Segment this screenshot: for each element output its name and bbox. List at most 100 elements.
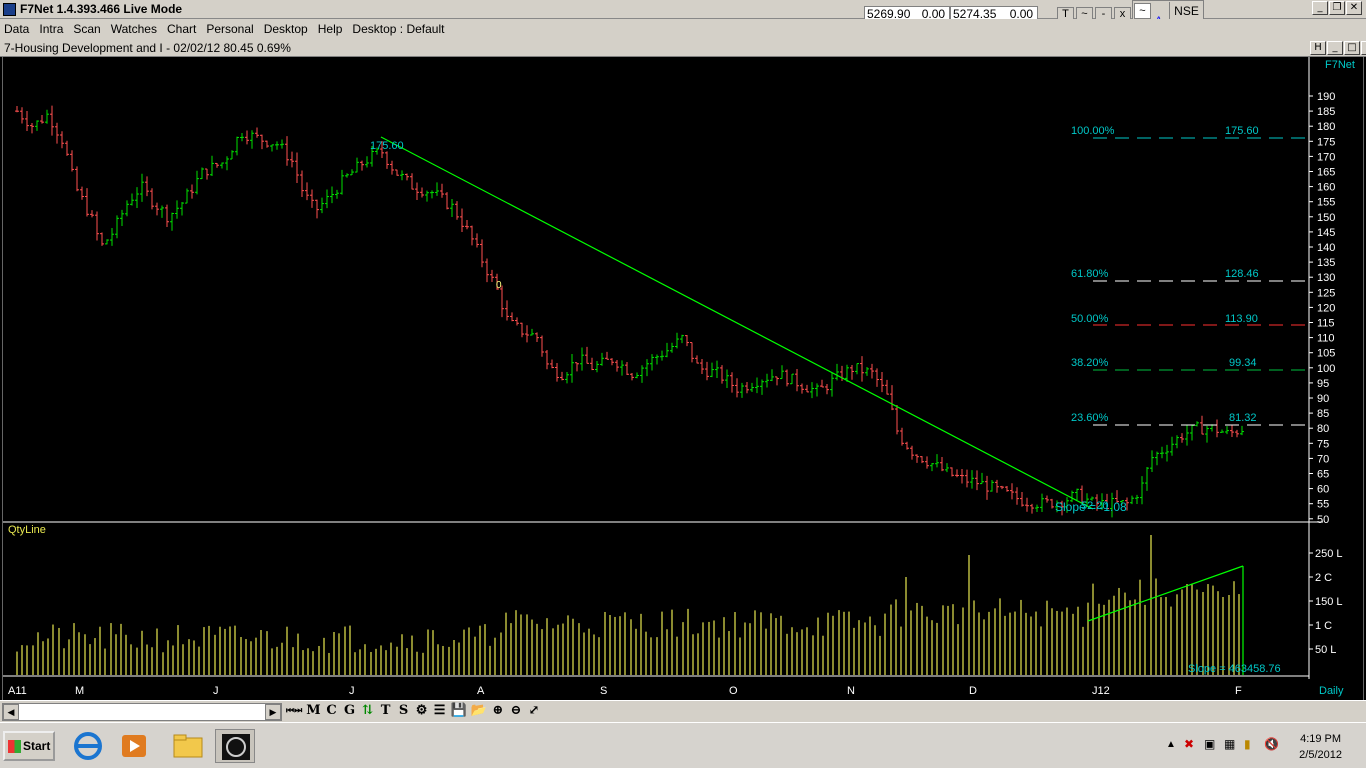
- price-tick-label: 50: [1317, 514, 1329, 526]
- volume-tick-label: 250 L: [1315, 548, 1343, 560]
- time-tick-label: A: [477, 685, 485, 697]
- price-tick-label: 70: [1317, 453, 1329, 465]
- tray-network-icon[interactable]: ▦: [1224, 737, 1235, 751]
- chart-area[interactable]: 190 185 180 175 170 165 160 155 150 145 140 135 130 1…: [2, 57, 1364, 700]
- tray-expand-icon[interactable]: ▲: [1166, 739, 1176, 750]
- restore-icon[interactable]: ❐: [1329, 1, 1345, 15]
- app-icon: [3, 3, 16, 16]
- time-tick-label: J: [349, 685, 355, 697]
- price-tick-label: 90: [1317, 393, 1329, 405]
- help-icon[interactable]: H: [1310, 41, 1326, 55]
- price-tick-label: 155: [1317, 197, 1335, 209]
- tool-g-button[interactable]: G: [343, 703, 357, 718]
- maximize-icon[interactable]: □: [1344, 41, 1360, 55]
- tray-signal-icon[interactable]: ▮: [1244, 737, 1251, 751]
- zoom-in-icon[interactable]: ⊕: [491, 703, 505, 718]
- volume-tick-label: 150 L: [1315, 596, 1343, 608]
- indicator-icon[interactable]: ⇅: [361, 703, 375, 718]
- marker-label: 0: [496, 280, 502, 291]
- time-tick-label: N: [847, 685, 855, 697]
- price-tick-label: 80: [1317, 423, 1329, 435]
- ie-icon[interactable]: [68, 729, 108, 763]
- period-label: Daily: [1319, 685, 1344, 697]
- price-tick-label: 190: [1317, 91, 1335, 103]
- menu-watches[interactable]: Watches: [107, 22, 163, 36]
- f7net-taskbar-icon[interactable]: [215, 729, 255, 763]
- system-tray: ▲ ✖ ▣ ▦ ▮ 🔇 4:19 PM 2/5/2012: [1166, 725, 1366, 767]
- minimize-icon[interactable]: _: [1327, 41, 1343, 55]
- time-tick-label: M: [75, 685, 84, 697]
- system-clock[interactable]: 4:19 PM 2/5/2012: [1299, 731, 1342, 763]
- price-tick-label: 175: [1317, 136, 1335, 148]
- clock-time: 4:19 PM: [1300, 733, 1342, 745]
- navigate-icon[interactable]: ⏮⏭: [286, 706, 302, 716]
- tool-m-button[interactable]: M: [306, 703, 320, 718]
- menu-scan[interactable]: Scan: [69, 22, 106, 36]
- price-tick-label: 85: [1317, 408, 1329, 420]
- menu-desktop-default[interactable]: Desktop : Default: [348, 22, 450, 36]
- save-icon[interactable]: 💾: [451, 703, 467, 718]
- app-title: F7Net 1.4.393.466 Live Mode: [20, 2, 183, 16]
- menu-personal[interactable]: Personal: [202, 22, 259, 36]
- close-icon[interactable]: ✕: [1346, 1, 1362, 15]
- price-tick-label: 125: [1317, 287, 1335, 299]
- price-tick-label: 165: [1317, 167, 1335, 179]
- price-tick-label: 115: [1317, 318, 1335, 330]
- windows-logo-icon: [8, 740, 21, 753]
- price-tick-label: 60: [1317, 484, 1329, 496]
- menu-bar: Data Intra Scan Watches Chart Personal D…: [0, 19, 1366, 39]
- zoom-out-icon[interactable]: ⊖: [509, 703, 523, 718]
- price-chart[interactable]: 190 185 180 175 170 165 160 155 150 145 140 135 130 1…: [3, 57, 1363, 700]
- time-tick-label: O: [729, 685, 738, 697]
- price-bars: [15, 105, 1244, 518]
- price-tick-label: 120: [1317, 302, 1335, 314]
- price-tick-label: 170: [1317, 151, 1335, 163]
- fit-icon[interactable]: ⤢: [527, 703, 541, 718]
- tool-s-button[interactable]: S: [397, 703, 411, 718]
- fib-val-50: 113.90: [1225, 313, 1258, 325]
- time-tick-label: S: [600, 685, 607, 697]
- start-button[interactable]: Start: [3, 731, 55, 761]
- price-tick-label: 65: [1317, 469, 1329, 481]
- menu-data[interactable]: Data: [0, 22, 35, 36]
- scroll-left-icon[interactable]: ◀: [3, 704, 19, 720]
- side-chart-button[interactable]: ~: [1134, 3, 1151, 19]
- explorer-icon[interactable]: [168, 729, 208, 763]
- open-folder-icon[interactable]: 📂: [471, 703, 487, 718]
- fib-val-618: 128.46: [1225, 268, 1259, 280]
- price-tick-label: 105: [1317, 348, 1335, 360]
- price-tick-label: 145: [1317, 227, 1335, 239]
- price-tick-label: 75: [1317, 438, 1329, 450]
- fib-val-236: 81.32: [1229, 412, 1257, 424]
- tool-c-button[interactable]: C: [325, 703, 339, 718]
- price-tick-label: 140: [1317, 242, 1335, 254]
- settings-icon[interactable]: ⚙: [415, 703, 429, 718]
- chart-scrollbar[interactable]: ◀ ▶: [2, 703, 282, 721]
- tray-device-icon[interactable]: ▣: [1204, 737, 1215, 751]
- volume-mute-icon[interactable]: 🔇: [1264, 737, 1279, 751]
- tool-t-button[interactable]: T: [379, 703, 393, 718]
- tray-alert-icon[interactable]: ✖: [1184, 737, 1194, 751]
- chart-window-title: 7-Housing Development and I - 02/02/12 8…: [4, 41, 291, 55]
- start-label: Start: [23, 739, 51, 753]
- price-tick-label: 95: [1317, 378, 1329, 390]
- media-player-icon[interactable]: [114, 729, 154, 763]
- fib-pct-618: 61.80%: [1071, 268, 1109, 280]
- menu-chart[interactable]: Chart: [163, 22, 202, 36]
- list-icon[interactable]: ☰: [433, 703, 447, 718]
- fib-pct-236: 23.60%: [1071, 412, 1109, 424]
- fib-val-100: 175.60: [1225, 125, 1259, 137]
- volume-tick-label: 2 C: [1315, 572, 1332, 584]
- price-tick-label: 180: [1317, 121, 1335, 133]
- close-icon[interactable]: ✕: [1361, 41, 1366, 55]
- trend-line: [380, 136, 1094, 510]
- scroll-right-icon[interactable]: ▶: [265, 704, 281, 720]
- menu-intra[interactable]: Intra: [35, 22, 69, 36]
- price-tick-label: 100: [1317, 363, 1335, 375]
- time-tick-label: J: [213, 685, 219, 697]
- price-tick-label: 55: [1317, 499, 1329, 511]
- menu-desktop[interactable]: Desktop: [260, 22, 314, 36]
- menu-help[interactable]: Help: [314, 22, 349, 36]
- minimize-icon[interactable]: _: [1312, 1, 1328, 15]
- price-tick-label: 150: [1317, 212, 1335, 224]
